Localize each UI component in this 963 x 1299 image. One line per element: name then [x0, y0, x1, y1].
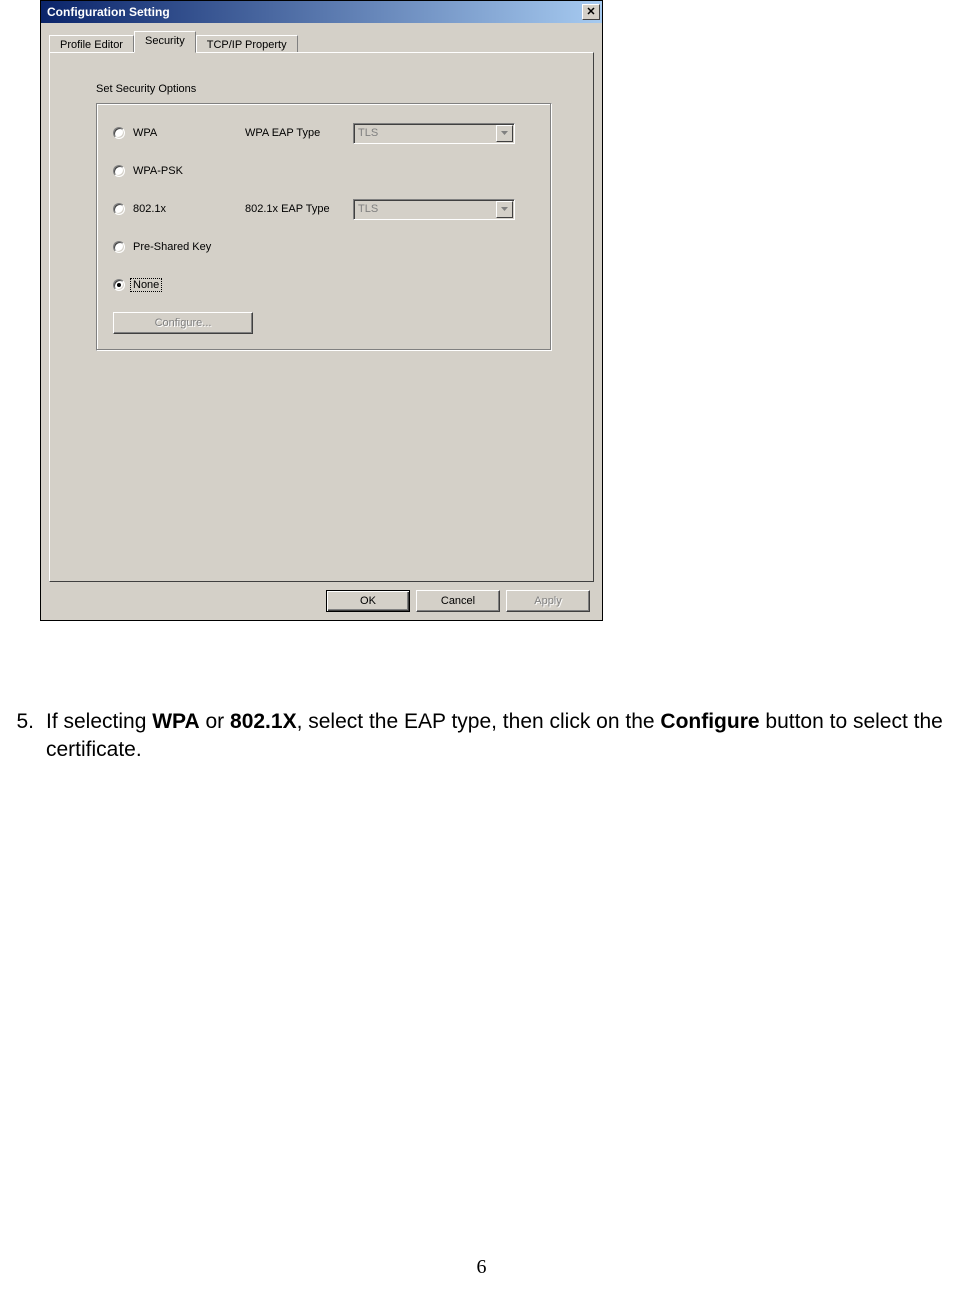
- dialog-button-row: OK Cancel Apply: [49, 590, 594, 612]
- txt-bold-configure: Configure: [660, 710, 759, 733]
- dialog-body: Profile Editor Security TCP/IP Property …: [41, 23, 602, 620]
- option-psk-row: Pre-Shared Key: [113, 236, 535, 258]
- close-button[interactable]: ✕: [582, 4, 600, 20]
- page-number: 6: [0, 1256, 963, 1279]
- instruction-step-5: 5. If selecting WPA or 802.1X, select th…: [0, 708, 963, 765]
- radio-8021x-label[interactable]: 802.1x: [133, 203, 245, 215]
- option-none-row: None: [113, 274, 535, 296]
- 8021x-eap-type-label: 802.1x EAP Type: [245, 203, 353, 215]
- 8021x-eap-type-value: TLS: [358, 203, 496, 215]
- txt-mid1: or: [200, 710, 230, 733]
- txt-bold-wpa: WPA: [152, 710, 199, 733]
- close-icon: ✕: [586, 6, 595, 18]
- chevron-down-icon[interactable]: [496, 201, 513, 218]
- wpa-eap-type-label: WPA EAP Type: [245, 127, 353, 139]
- ok-button[interactable]: OK: [326, 590, 410, 612]
- tab-strip: Profile Editor Security TCP/IP Property: [49, 29, 594, 53]
- radio-wpa-psk[interactable]: [113, 165, 125, 177]
- option-wpa-psk-row: WPA-PSK: [113, 160, 535, 182]
- security-tab-panel: Set Security Options WPA WPA EAP Type TL…: [49, 52, 594, 582]
- radio-wpa[interactable]: [113, 127, 125, 139]
- step-number: 5.: [0, 708, 38, 765]
- configuration-setting-dialog: Configuration Setting ✕ Profile Editor S…: [40, 0, 603, 621]
- radio-none-label[interactable]: None: [130, 278, 162, 292]
- apply-button[interactable]: Apply: [506, 590, 590, 612]
- option-8021x-row: 802.1x 802.1x EAP Type TLS: [113, 198, 535, 220]
- cancel-button[interactable]: Cancel: [416, 590, 500, 612]
- radio-psk-label[interactable]: Pre-Shared Key: [133, 241, 245, 253]
- wpa-eap-type-combo[interactable]: TLS: [353, 123, 515, 144]
- radio-wpa-psk-label[interactable]: WPA-PSK: [133, 165, 245, 177]
- option-wpa-row: WPA WPA EAP Type TLS: [113, 122, 535, 144]
- security-options-group: WPA WPA EAP Type TLS WPA-PSK 802.1x: [96, 103, 552, 351]
- radio-psk[interactable]: [113, 241, 125, 253]
- wpa-eap-type-value: TLS: [358, 127, 496, 139]
- dialog-title: Configuration Setting: [47, 5, 582, 19]
- radio-wpa-label[interactable]: WPA: [133, 127, 245, 139]
- step-text: If selecting WPA or 802.1X, select the E…: [38, 708, 963, 765]
- txt-mid2: , select the EAP type, then click on the: [297, 710, 661, 733]
- 8021x-eap-type-combo[interactable]: TLS: [353, 199, 515, 220]
- radio-8021x[interactable]: [113, 203, 125, 215]
- tab-security[interactable]: Security: [134, 31, 196, 53]
- configure-button[interactable]: Configure...: [113, 312, 253, 334]
- txt-bold-8021x: 802.1X: [230, 710, 297, 733]
- chevron-down-icon[interactable]: [496, 125, 513, 142]
- titlebar[interactable]: Configuration Setting ✕: [41, 1, 602, 23]
- section-label: Set Security Options: [96, 83, 573, 95]
- txt-pre: If selecting: [46, 710, 152, 733]
- radio-none[interactable]: [113, 279, 125, 291]
